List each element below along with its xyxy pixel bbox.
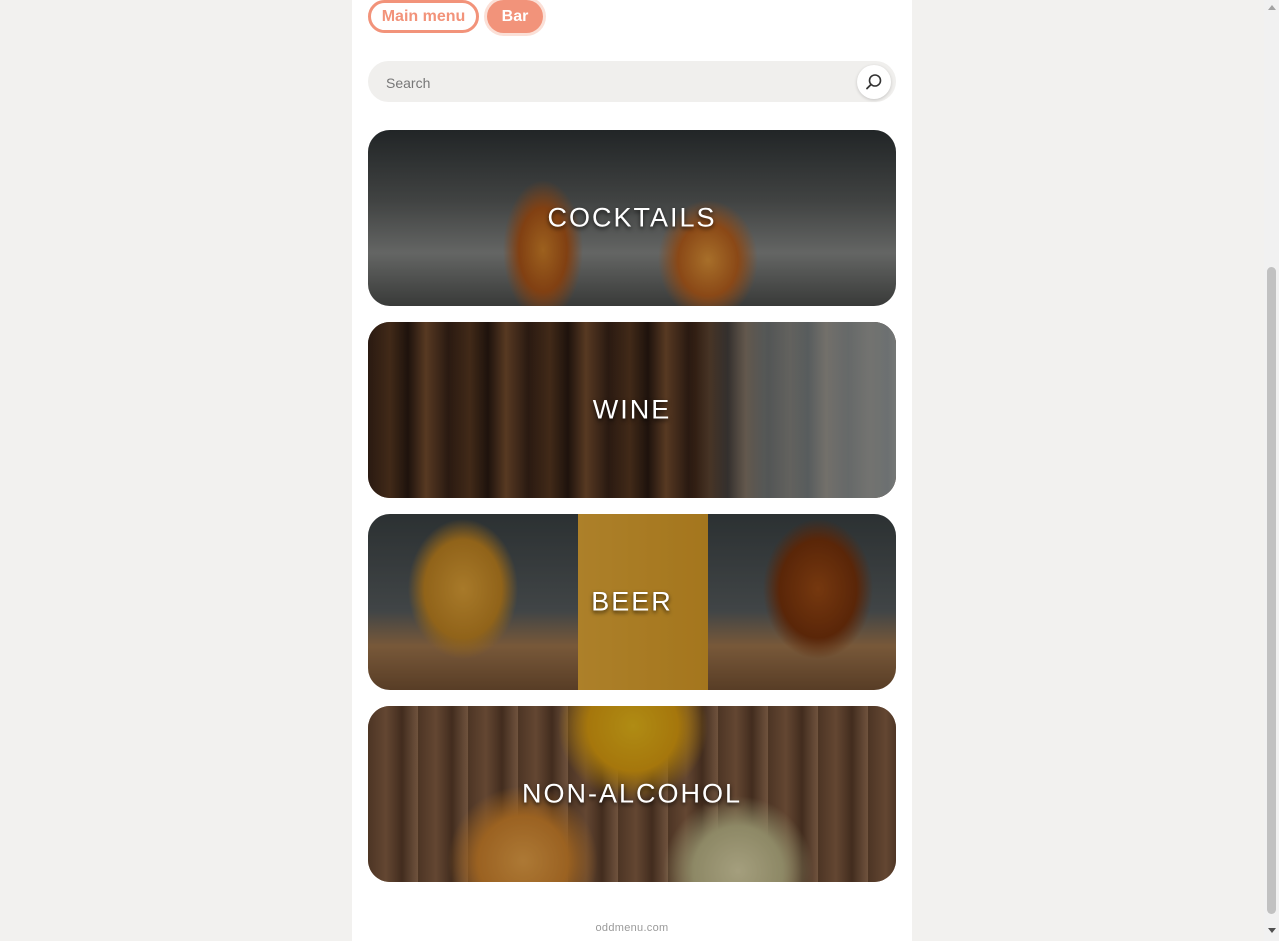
category-card-beer[interactable]: BEER (368, 514, 896, 690)
bar-button[interactable]: Bar (487, 0, 543, 33)
search-button[interactable] (857, 65, 891, 99)
category-title: COCKTAILS (547, 202, 717, 233)
scroll-thumb[interactable] (1267, 267, 1276, 914)
category-card-wine[interactable]: WINE (368, 322, 896, 498)
scroll-up-icon[interactable] (1268, 5, 1276, 10)
category-card-non-alcohol[interactable]: NON-ALCOHOL (368, 706, 896, 882)
category-title: BEER (591, 586, 673, 617)
category-card-cocktails[interactable]: COCKTAILS (368, 130, 896, 306)
scrollbar[interactable] (1264, 0, 1279, 941)
main-menu-button[interactable]: Main menu (368, 0, 479, 33)
category-title: NON-ALCOHOL (521, 778, 743, 809)
scroll-down-icon[interactable] (1268, 928, 1276, 933)
search-bar (368, 61, 896, 104)
search-input[interactable] (384, 61, 848, 104)
category-title: WINE (592, 394, 672, 425)
menu-navigation: Main menu Bar (368, 0, 543, 33)
footer-link[interactable]: oddmenu.com (352, 922, 912, 934)
search-icon (866, 74, 882, 90)
menu-page: Main menu Bar COCKTAILS WINE BEER NON-AL… (352, 0, 912, 941)
